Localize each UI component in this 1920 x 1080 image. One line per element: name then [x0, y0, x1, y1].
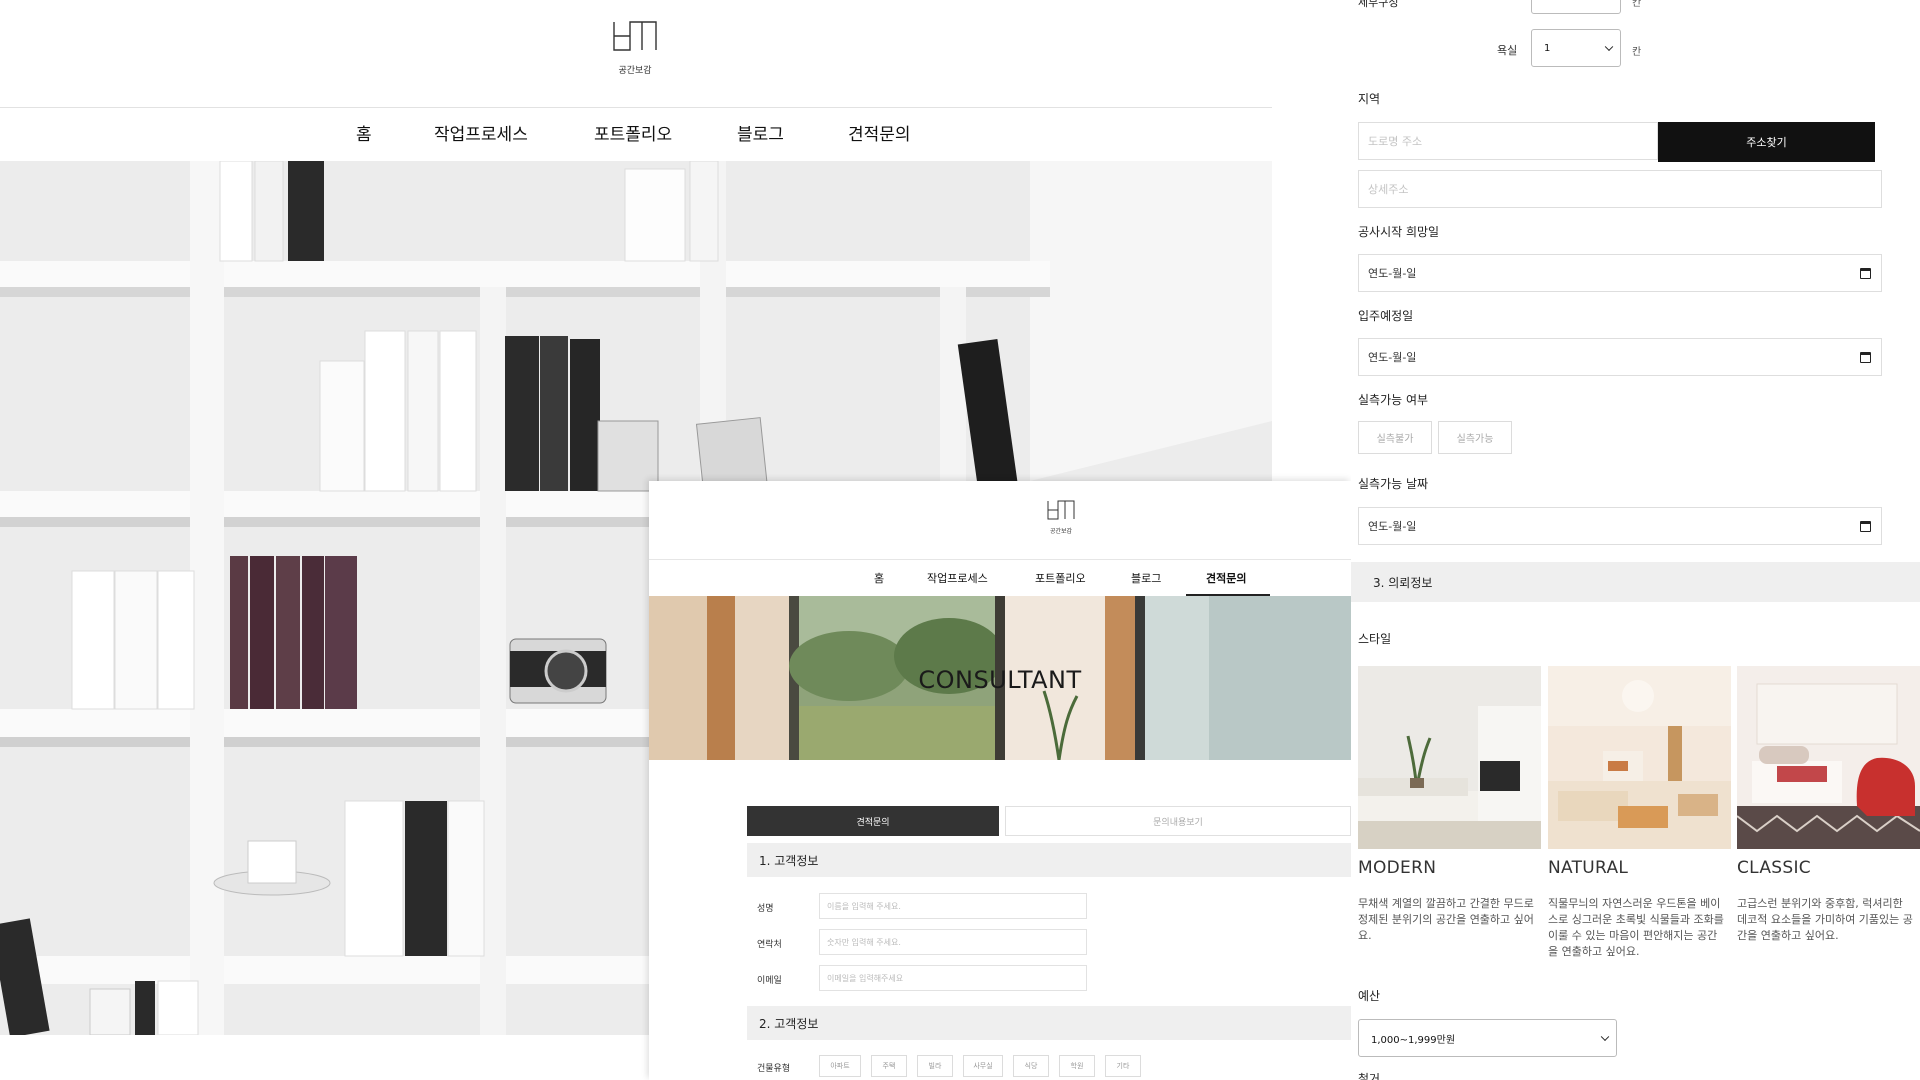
section-customer-info: 1. 고객정보 — [747, 843, 1351, 877]
consultant-banner: CONSULTANT — [649, 596, 1351, 760]
style-classic-name: CLASSIC — [1737, 858, 1811, 878]
bath-count-value: 1 — [1544, 42, 1551, 54]
measure-available-option[interactable]: 실측가능 — [1438, 421, 1512, 454]
calendar-icon[interactable] — [1860, 351, 1871, 363]
building-type-option[interactable]: 기타 — [1105, 1055, 1141, 1077]
nav-blog[interactable]: 블로그 — [737, 120, 784, 145]
calendar-icon[interactable] — [1860, 267, 1871, 279]
nav-home[interactable]: 홈 — [356, 120, 372, 145]
svg-text:공간보감: 공간보감 — [1050, 527, 1073, 535]
start-date-placeholder: 연도-월-일 — [1368, 267, 1417, 280]
measure-date-input[interactable]: 연도-월-일 — [1358, 507, 1882, 545]
budget-select[interactable]: 1,000~1,999만원 — [1358, 1019, 1617, 1057]
move-in-date-input[interactable]: 연도-월-일 — [1358, 338, 1882, 376]
nav-process[interactable]: 작업프로세스 — [927, 570, 988, 586]
bath-label: 욕실 — [1497, 44, 1518, 57]
demolition-label: 철거 — [1358, 1072, 1381, 1080]
estimate-form-screenshot: 세부구성 칸 욕실 1 칸 지역 도로명 주소 주소찾기 상세주소 공사시작 희… — [1351, 0, 1920, 1080]
header-divider — [0, 107, 1272, 108]
style-classic-image[interactable] — [1737, 666, 1920, 849]
bath-count-select[interactable]: 1 — [1531, 29, 1621, 67]
section-customer-info-2: 2. 고객정보 — [747, 1006, 1351, 1040]
name-label: 성명 — [757, 904, 774, 914]
svg-text:공간보감: 공간보감 — [618, 64, 651, 76]
start-date-label: 공사시작 희망일 — [1358, 225, 1440, 239]
measure-date-label: 실측가능 날짜 — [1358, 477, 1429, 491]
nav-process[interactable]: 작업프로세스 — [434, 120, 528, 145]
budget-value: 1,000~1,999만원 — [1371, 1034, 1456, 1046]
style-modern-name: MODERN — [1358, 858, 1437, 878]
section-request-info: 3. 의뢰정보 — [1351, 562, 1920, 602]
style-natural-image[interactable] — [1548, 666, 1731, 849]
start-date-input[interactable]: 연도-월-일 — [1358, 254, 1882, 292]
consultant-page-screenshot: 공간보감 홈 작업프로세스 포트폴리오 블로그 견적문의 CONSULTANT — [649, 481, 1351, 1080]
bath-unit: 칸 — [1632, 47, 1642, 58]
building-type-option[interactable]: 주택 — [871, 1055, 907, 1077]
nav-estimate[interactable]: 견적문의 — [1206, 570, 1246, 586]
brand-logo[interactable]: 공간보감 — [612, 18, 658, 76]
region-label: 지역 — [1358, 92, 1381, 106]
brand-logo[interactable]: 공간보감 — [1047, 498, 1075, 536]
nav-estimate[interactable]: 견적문의 — [848, 120, 911, 145]
style-modern-image[interactable] — [1358, 666, 1541, 849]
room-unit: 칸 — [1632, 0, 1642, 9]
nav-home[interactable]: 홈 — [874, 570, 884, 586]
building-type-option[interactable]: 아파트 — [819, 1055, 861, 1077]
nav-blog[interactable]: 블로그 — [1131, 570, 1161, 586]
building-type-option[interactable]: 사무실 — [963, 1055, 1003, 1077]
name-input[interactable]: 이름을 입력해 주세요. — [819, 893, 1087, 919]
building-type-option[interactable]: 학원 — [1059, 1055, 1095, 1077]
email-input[interactable]: 이메일을 입력해주세요 — [819, 965, 1087, 991]
detail-config-label: 세부구성 — [1358, 0, 1399, 9]
style-label: 스타일 — [1358, 632, 1392, 646]
room-count-select[interactable] — [1531, 0, 1621, 14]
banner-title: CONSULTANT — [918, 666, 1082, 694]
style-natural-desc: 직물무늬의 자연스러운 우드톤을 베이스로 싱그러운 초록빛 식물들과 조화를 … — [1548, 897, 1724, 958]
phone-label: 연락처 — [757, 940, 782, 950]
tab-view-inquiries[interactable]: 문의내용보기 — [1005, 806, 1351, 836]
detail-address-input[interactable]: 상세주소 — [1358, 170, 1882, 208]
budget-label: 예산 — [1358, 989, 1381, 1003]
address-input[interactable]: 도로명 주소 — [1358, 122, 1658, 160]
measure-availability-label: 실측가능 여부 — [1358, 393, 1429, 407]
header-divider — [649, 559, 1351, 560]
style-classic-desc: 고급스런 분위기와 중후함, 럭셔리한 데코적 요소들을 가미하여 기품있는 공… — [1737, 897, 1913, 942]
nav-portfolio[interactable]: 포트폴리오 — [594, 120, 672, 145]
building-type-option[interactable]: 빌라 — [917, 1055, 953, 1077]
tab-estimate[interactable]: 견적문의 — [747, 806, 999, 836]
measure-date-placeholder: 연도-월-일 — [1368, 520, 1417, 533]
style-modern-desc: 무채색 계열의 깔끔하고 간결한 무드로 정제된 분위기의 공간을 연출하고 싶… — [1358, 897, 1534, 942]
move-in-date-label: 입주예정일 — [1358, 309, 1414, 323]
email-label: 이메일 — [757, 976, 782, 986]
phone-input[interactable]: 숫자만 입력해 주세요. — [819, 929, 1087, 955]
nav-portfolio[interactable]: 포트폴리오 — [1035, 570, 1086, 586]
find-address-button[interactable]: 주소찾기 — [1658, 122, 1875, 162]
main-nav: 홈 작업프로세스 포트폴리오 블로그 견적문의 — [0, 120, 1272, 160]
building-type-label: 건물유형 — [757, 1064, 791, 1074]
style-natural-name: NATURAL — [1548, 858, 1629, 878]
move-in-date-placeholder: 연도-월-일 — [1368, 351, 1417, 364]
measure-unavailable-option[interactable]: 실측불가 — [1358, 421, 1432, 454]
building-type-option[interactable]: 식당 — [1013, 1055, 1049, 1077]
calendar-icon[interactable] — [1860, 520, 1871, 532]
